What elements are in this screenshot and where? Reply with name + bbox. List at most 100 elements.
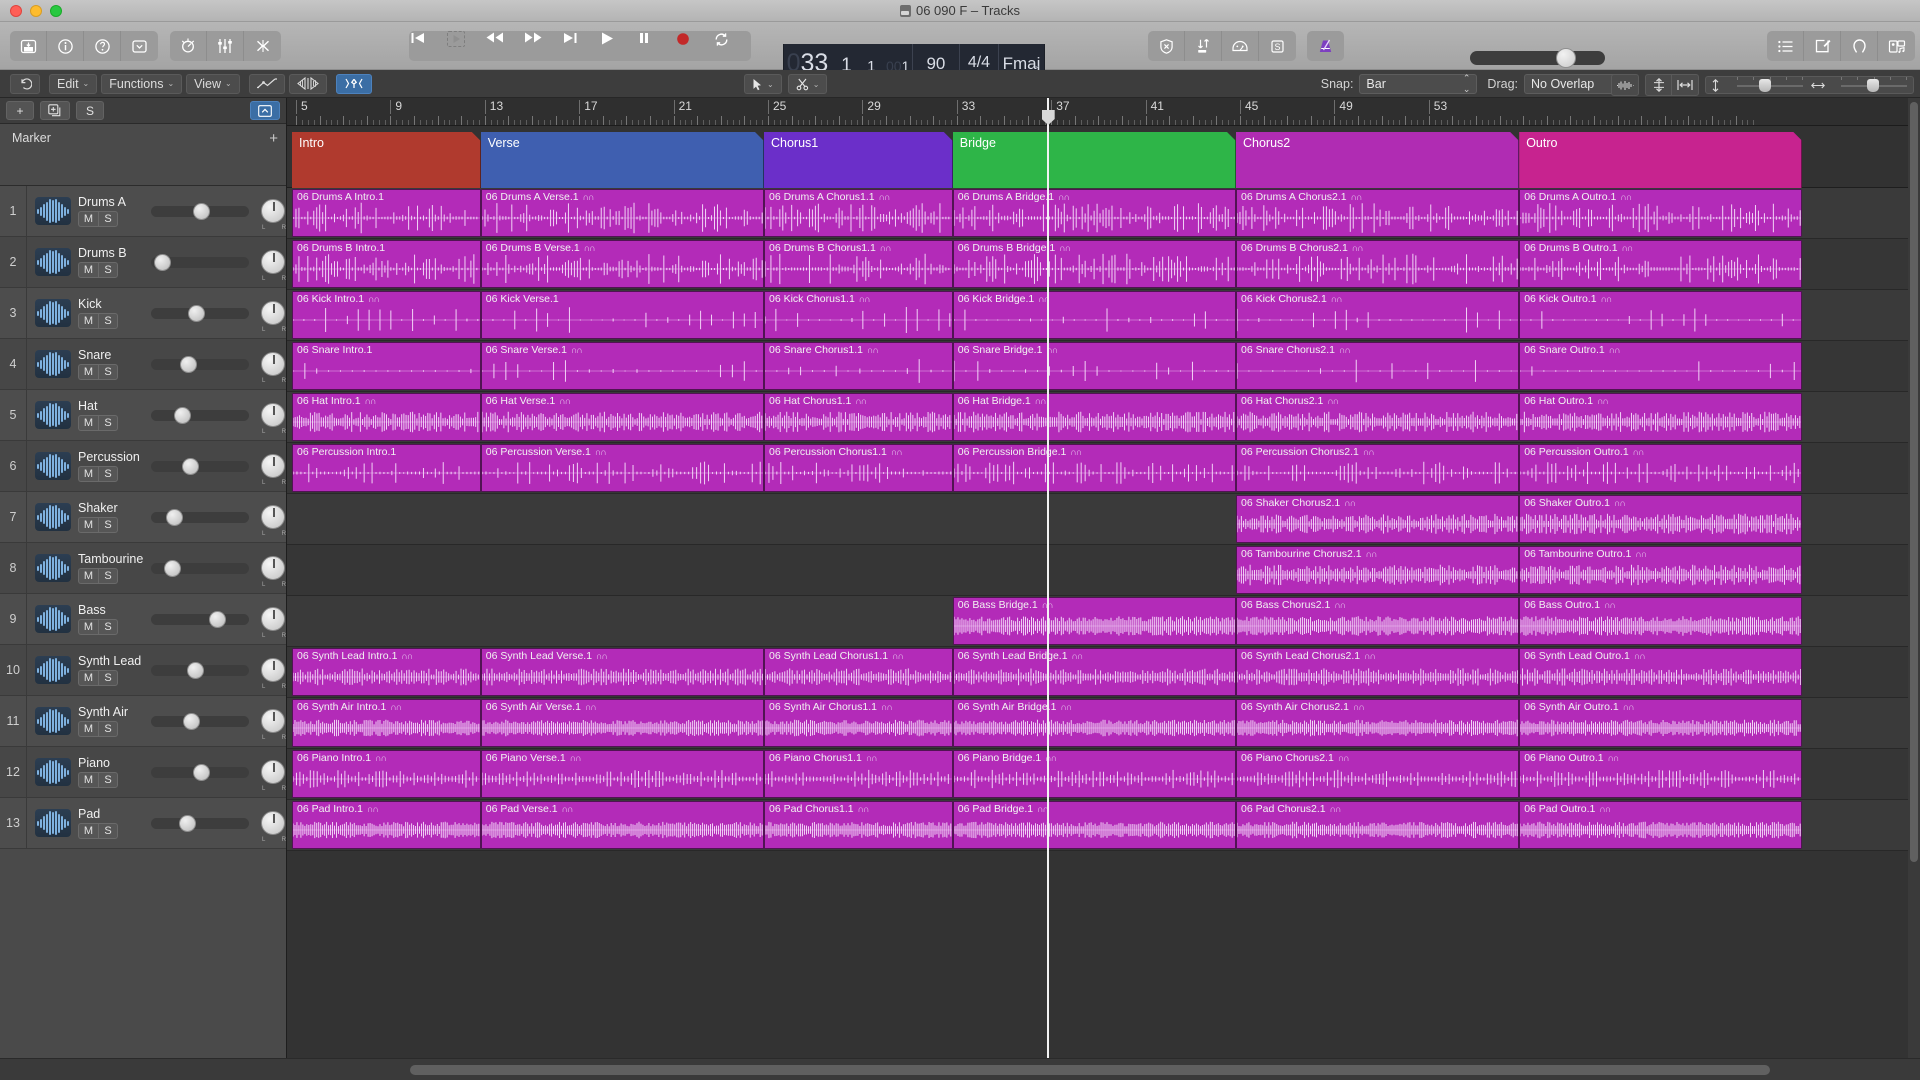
audio-region[interactable]: 06 Hat Outro.1∩∩ [1519,393,1802,441]
mute-button[interactable]: M [78,211,98,227]
mute-button[interactable]: M [78,262,98,278]
track-header[interactable]: 3 Kick M S LR [0,288,286,339]
audio-region[interactable]: 06 Snare Chorus2.1∩∩ [1236,342,1519,390]
mute-solo-group[interactable]: M S [78,772,143,788]
mute-button[interactable]: M [78,619,98,635]
forward-button[interactable] [523,31,561,61]
pan-knob[interactable]: LR [261,454,285,478]
audio-region[interactable]: 06 Piano Chorus1.1∩∩ [764,750,953,798]
track-name[interactable]: Pad [78,807,143,821]
track-header[interactable]: 10 Synth Lead M S LR [0,645,286,696]
play-from-selection-button[interactable] [447,31,485,61]
audio-region[interactable]: 06 Hat Chorus1.1∩∩ [764,393,953,441]
solo-button[interactable]: S [98,670,118,686]
menu-functions[interactable]: Functions ⌄ [101,74,182,94]
audio-region[interactable]: 06 Synth Air Intro.1∩∩ [292,699,481,747]
audio-region[interactable]: 06 Synth Lead Chorus1.1∩∩ [764,648,953,696]
solo-icon[interactable]: S [1259,31,1296,61]
mute-button[interactable]: M [78,823,98,839]
audio-region[interactable]: 06 Synth Lead Bridge.1∩∩ [953,648,1236,696]
track-name[interactable]: Drums B [78,246,143,260]
mute-solo-group[interactable]: M S [78,619,143,635]
volume-thumb[interactable] [193,764,210,781]
list-editors-icon[interactable] [1767,31,1804,61]
audio-region[interactable]: 06 Pad Intro.1∩∩ [292,801,481,849]
mute-solo-group[interactable]: M S [78,517,143,533]
track-name[interactable]: Bass [78,603,143,617]
menu-edit[interactable]: Edit ⌄ [49,74,97,94]
volume-thumb[interactable] [193,203,210,220]
audio-region[interactable]: 06 Piano Bridge.1∩∩ [953,750,1236,798]
notes-icon[interactable] [1804,31,1841,61]
audio-track-icon[interactable] [35,452,71,480]
track-name[interactable]: Synth Air [78,705,143,719]
track-header[interactable]: 8 Tambourine M S LR [0,543,286,594]
minimize-button[interactable] [30,5,42,17]
mute-button[interactable]: M [78,772,98,788]
audio-region[interactable]: 06 Snare Verse.1∩∩ [481,342,764,390]
marker[interactable]: Chorus2 [1236,132,1519,188]
pan-knob[interactable]: LR [261,556,285,580]
audio-track-icon[interactable] [35,299,71,327]
audio-region[interactable]: 06 Percussion Bridge.1∩∩ [953,444,1236,492]
solo-button[interactable]: S [98,517,118,533]
audio-region[interactable]: 06 Hat Verse.1∩∩ [481,393,764,441]
track-lane[interactable]: 06 Tambourine Chorus2.1∩∩06 Tambourine O… [287,545,1920,596]
pan-knob[interactable]: LR [261,658,285,682]
volume-slider[interactable] [151,206,249,217]
snap-popup[interactable]: Bar ⌃⌄ [1359,74,1477,94]
mute-button[interactable]: M [78,670,98,686]
solo-button[interactable]: S [98,364,118,380]
audio-region[interactable]: 06 Percussion Intro.1 [292,444,481,492]
undo-icon[interactable] [10,74,40,94]
volume-thumb[interactable] [154,254,171,271]
marker-lane[interactable]: IntroVerseChorus1BridgeChorus2Outro [287,126,1920,188]
solo-button[interactable]: S [98,772,118,788]
audio-region[interactable]: 06 Bass Chorus2.1∩∩ [1236,597,1519,645]
add-marker-button[interactable]: + [269,131,278,146]
mute-solo-group[interactable]: M S [78,211,143,227]
track-header[interactable]: 7 Shaker M S LR [0,492,286,543]
audio-track-icon[interactable] [35,503,71,531]
marker[interactable]: Verse [481,132,764,188]
track-name[interactable]: Shaker [78,501,143,515]
mute-solo-group[interactable]: M S [78,415,143,431]
pan-knob[interactable]: LR [261,709,285,733]
vertical-scroll-thumb[interactable] [1910,102,1918,862]
volume-slider[interactable] [151,767,249,778]
audio-region[interactable]: 06 Synth Lead Chorus2.1∩∩ [1236,648,1519,696]
audio-region[interactable]: 06 Bass Bridge.1∩∩ [953,597,1236,645]
pan-knob[interactable]: LR [261,301,285,325]
audio-region[interactable]: 06 Tambourine Chorus2.1∩∩ [1236,546,1519,594]
audio-region[interactable]: 06 Drums A Verse.1∩∩ [481,189,764,237]
waveform-view-icon[interactable] [1612,75,1638,95]
pan-knob[interactable]: LR [261,199,285,223]
vertical-zoom-icon[interactable] [1646,75,1672,95]
audio-region[interactable]: 06 Piano Chorus2.1∩∩ [1236,750,1519,798]
marker[interactable]: Outro [1519,132,1802,188]
audio-region[interactable]: 06 Percussion Chorus2.1∩∩ [1236,444,1519,492]
track-header[interactable]: 12 Piano M S LR [0,747,286,798]
mute-button[interactable]: M [78,415,98,431]
mixer-icon[interactable] [207,31,244,61]
audio-region[interactable]: 06 Hat Chorus2.1∩∩ [1236,393,1519,441]
audio-region[interactable]: 06 Piano Verse.1∩∩ [481,750,764,798]
audio-region[interactable]: 06 Snare Chorus1.1∩∩ [764,342,953,390]
track-lane[interactable]: 06 Hat Intro.1∩∩06 Hat Verse.1∩∩06 Hat C… [287,392,1920,443]
audio-region[interactable]: 06 Piano Intro.1∩∩ [292,750,481,798]
go-to-beginning-button[interactable] [409,31,447,61]
audio-region[interactable]: 06 Synth Air Chorus1.1∩∩ [764,699,953,747]
track-lanes[interactable]: 06 Drums A Intro.106 Drums A Verse.1∩∩06… [287,188,1920,1058]
audio-region[interactable]: 06 Kick Verse.1 [481,291,764,339]
audio-track-icon[interactable] [35,758,71,786]
solo-button[interactable]: S [98,262,118,278]
audio-region[interactable]: 06 Hat Intro.1∩∩ [292,393,481,441]
audio-track-icon[interactable] [35,350,71,378]
track-lane[interactable]: 06 Piano Intro.1∩∩06 Piano Verse.1∩∩06 P… [287,749,1920,800]
track-name[interactable]: Percussion [78,450,143,464]
audio-track-icon[interactable] [35,707,71,735]
volume-slider[interactable] [151,461,249,472]
audio-region[interactable]: 06 Kick Intro.1∩∩ [292,291,481,339]
audio-track-icon[interactable] [35,248,71,276]
horizontal-fit-icon[interactable] [1672,75,1698,95]
